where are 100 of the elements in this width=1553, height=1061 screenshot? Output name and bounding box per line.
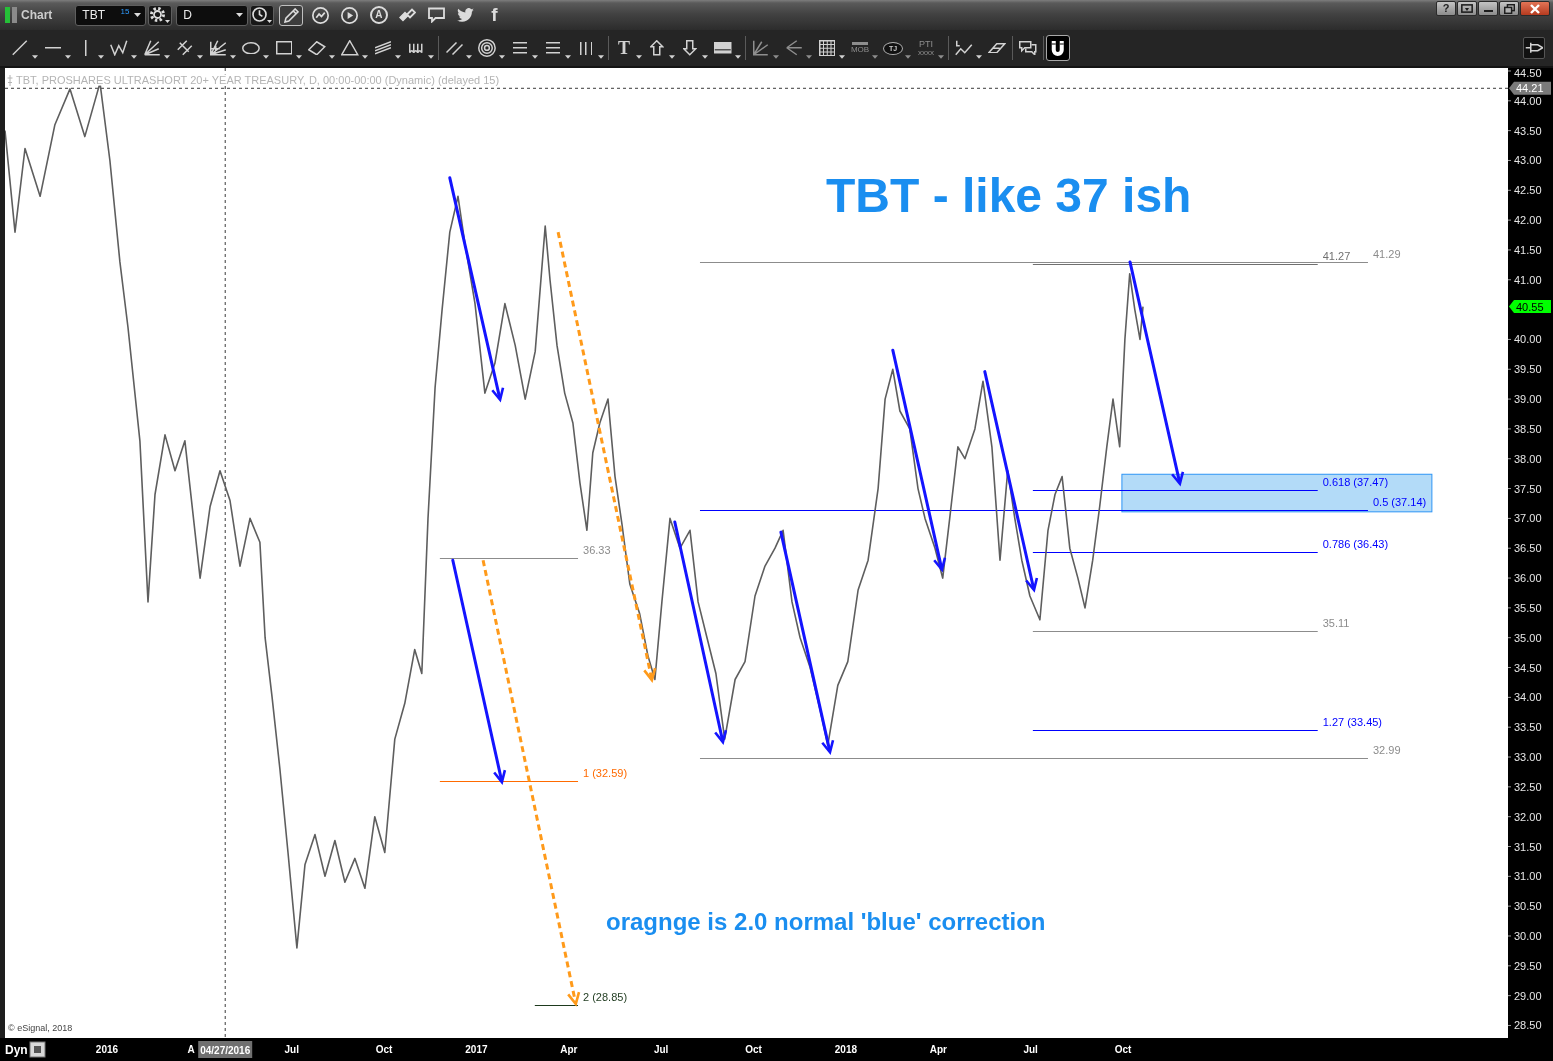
square-icon: [29, 1041, 46, 1058]
level-label: 1.27 (33.45): [1322, 716, 1383, 728]
price-axis-label: 44.50: [1514, 68, 1542, 79]
clock-button[interactable]: [250, 4, 275, 26]
speech-bubbles-icon: [1019, 40, 1037, 56]
price-axis-label: 31.50: [1514, 840, 1542, 853]
caret-icon: [32, 55, 38, 59]
interval-field[interactable]: D: [176, 4, 249, 26]
dagger-icon: [7, 74, 13, 87]
letter-f-button[interactable]: f: [487, 3, 502, 27]
caret-icon: [267, 19, 273, 23]
level-label: 2 (28.85): [583, 991, 628, 1003]
time-axis-label: Jul: [284, 1044, 299, 1055]
caret-icon: [395, 55, 401, 59]
magnet-toggle[interactable]: [1046, 35, 1070, 61]
caret-icon: [466, 55, 472, 59]
minimize-button[interactable]: [1478, 1, 1498, 16]
level-label: 32.99: [1372, 744, 1401, 756]
vertical-line-icon: [85, 40, 87, 56]
price-axis-label: 42.00: [1514, 214, 1542, 227]
pencil-toggle[interactable]: [279, 4, 304, 26]
price-axis-label: 32.00: [1514, 810, 1542, 823]
caret-icon: [702, 55, 708, 59]
pencil-icon: [283, 7, 299, 23]
slanted-lines-icon: [375, 41, 391, 55]
settings-button[interactable]: [148, 4, 173, 26]
price-axis-label: 29.50: [1514, 959, 1542, 972]
price-axis-label: 32.50: [1514, 780, 1542, 793]
drawing-tool-button[interactable]: MOB: [847, 34, 880, 62]
three-lines-icon: [513, 42, 527, 54]
fan-grid-icon: [209, 40, 227, 56]
chart-note: oragnge is 2.0 normal 'blue' correction: [606, 908, 1046, 935]
time-axis-label: Oct: [745, 1044, 762, 1055]
concentric-circles-icon: [478, 39, 496, 57]
drawing-tool-button[interactable]: PTI xxxx: [913, 34, 946, 62]
price-axis-label: 34.50: [1514, 661, 1542, 674]
caret-icon: [98, 55, 104, 59]
time-axis-label: 2016: [95, 1044, 119, 1055]
chart-circle-icon: [312, 6, 330, 24]
time-axis-label: Jul: [1023, 1044, 1038, 1055]
level-label: 0.618 (37.47): [1322, 476, 1389, 488]
price-axis-label: 39.00: [1514, 393, 1542, 406]
price-axis-label: 34.00: [1514, 691, 1542, 704]
arrow-fan-icon: [785, 40, 803, 56]
grid-icon: [818, 39, 836, 57]
price-axis-label: 44.00: [1514, 94, 1542, 107]
caret-icon: [236, 13, 244, 17]
price-axis-label: 30.50: [1514, 900, 1542, 913]
price-axis-label: 40.00: [1514, 333, 1542, 346]
close-button[interactable]: [1520, 1, 1550, 16]
minimize-icon: [1483, 10, 1493, 12]
time-axis-label: 2017: [465, 1044, 488, 1055]
caret-icon: [329, 55, 335, 59]
caret-icon: [263, 55, 269, 59]
rectangle-icon: [275, 41, 293, 55]
caret-icon: [938, 55, 944, 59]
price-axis-label: 33.00: [1514, 751, 1542, 763]
price-axis-label: 43.50: [1514, 124, 1542, 137]
caret-icon: [735, 55, 741, 59]
caret-icon: [669, 55, 675, 59]
maximize-button[interactable]: [1499, 1, 1519, 16]
time-axis-label: Apr: [929, 1044, 947, 1055]
price-axis-label: 35.50: [1514, 601, 1542, 614]
symbol-field[interactable]: TBT 15: [75, 4, 147, 26]
price-axis-label: 43.00: [1514, 154, 1542, 167]
scale-mode-button[interactable]: Dyn: [5, 1043, 28, 1057]
help-button[interactable]: ?: [1436, 1, 1456, 16]
price-axis-label: 36.00: [1514, 572, 1542, 585]
restore-button[interactable]: [1457, 1, 1477, 16]
caret-icon: [65, 55, 71, 59]
price-tag: 40.55: [1509, 300, 1551, 314]
price-axis-label: 37.50: [1514, 482, 1542, 495]
window-title: Chart: [21, 8, 53, 22]
caret-icon: [428, 55, 434, 59]
speech-bubble-icon: [428, 7, 446, 23]
axes-fan-icon: [753, 40, 769, 56]
eraser-icon: [988, 42, 1006, 54]
horizontal-line-icon: [45, 47, 61, 49]
caret-icon: [362, 55, 368, 59]
line-chart-icon: [955, 40, 973, 56]
tilted-blocks-icon: [399, 8, 417, 22]
up-arrow-icon: [650, 40, 664, 56]
level-label: 0.5 (37.14): [1372, 496, 1427, 508]
price-axis-label: 39.50: [1514, 363, 1542, 376]
price-axis-label: 37.00: [1514, 512, 1542, 525]
caret-icon: [976, 55, 982, 59]
caret-icon: [773, 55, 779, 59]
caret-icon: [230, 55, 236, 59]
chart-headline: TBT - like 37 ish: [826, 169, 1192, 222]
bar-icon: [852, 42, 868, 45]
drawing-tool-button[interactable]: T: [611, 34, 644, 62]
overlapping-squares-icon: [1503, 3, 1515, 14]
circled-letter-button[interactable]: A: [369, 6, 388, 24]
level-label: 1 (32.59): [583, 767, 628, 779]
parallel-lines-icon: [445, 41, 463, 55]
delay-label: 15: [120, 6, 130, 16]
caret-icon: [165, 19, 171, 23]
time-axis-label: Jul: [653, 1044, 669, 1055]
three-lines-icon: [546, 42, 560, 54]
pin-button[interactable]: [1523, 37, 1545, 59]
